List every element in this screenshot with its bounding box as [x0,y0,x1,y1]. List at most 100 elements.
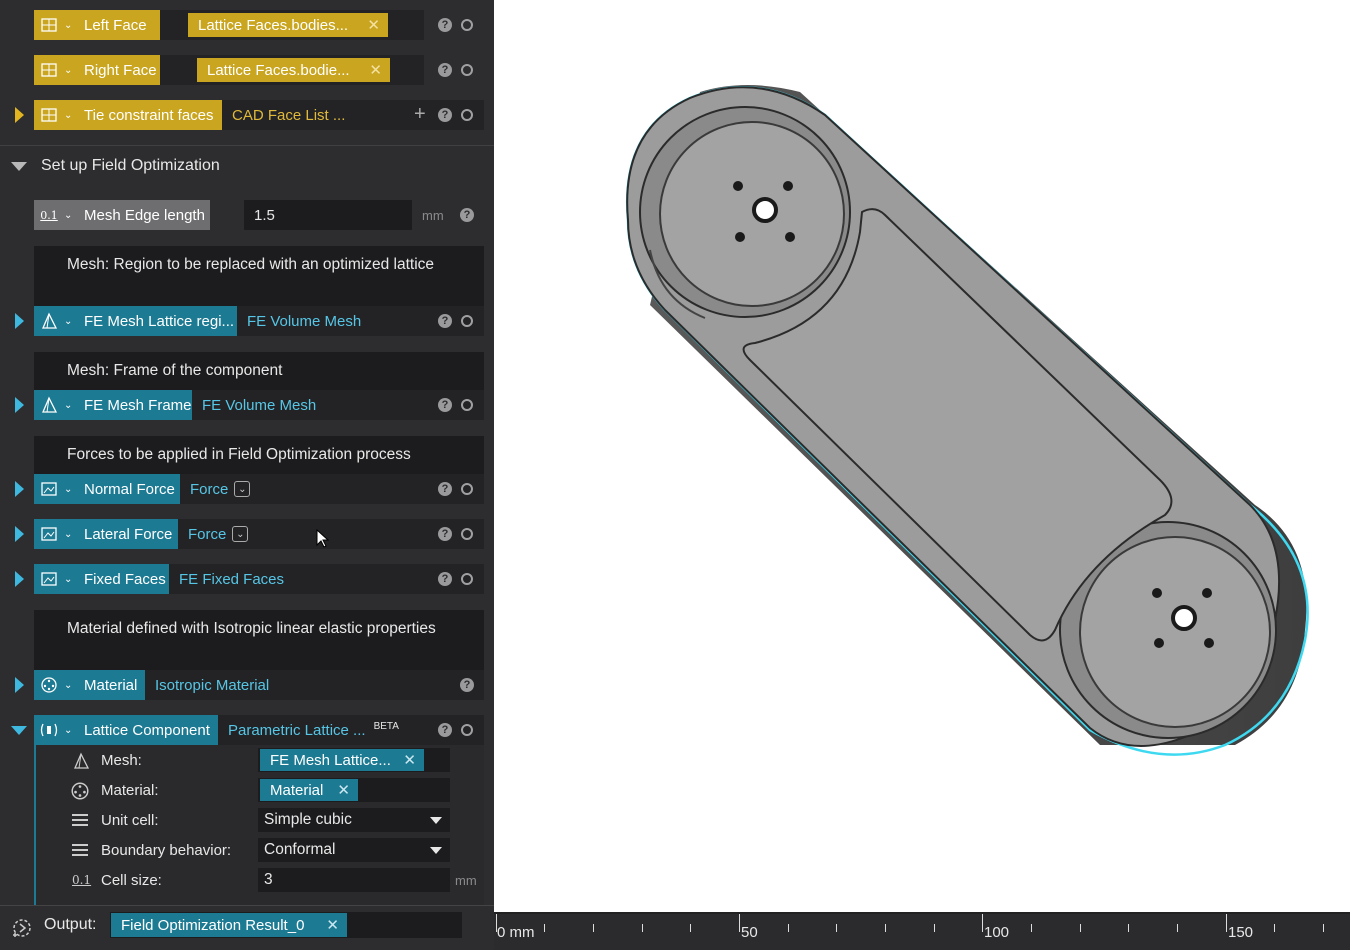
remove-icon[interactable]: ✕ [395,751,416,769]
remove-icon[interactable]: ✕ [329,781,350,799]
right-face-row: ⌄ Right Face Lattice Faces.bodie... ✕ ? [34,55,484,85]
comment-material: Material defined with Isotropic linear e… [34,610,484,670]
prop-cell-size-label: Cell size: [101,872,162,889]
left-face-node[interactable]: ⌄ Left Face [34,10,160,40]
dropdown-icon[interactable]: ⌄ [234,481,251,497]
help-icon[interactable]: ? [438,482,452,496]
cad-model[interactable] [494,0,1350,912]
prop-mesh-tag[interactable]: FE Mesh Lattice... ✕ [260,749,424,771]
expand-arrow-icon[interactable] [15,107,24,123]
fixed-faces-node[interactable]: ⌄ Fixed Faces [34,564,169,594]
output-tag[interactable]: Field Optimization Result_0 ✕ [111,913,347,937]
mesh-edge-input[interactable]: 1.5 [244,200,412,230]
chevron-down-icon[interactable]: ⌄ [64,20,76,31]
help-icon[interactable]: ? [460,678,474,692]
output-icon[interactable] [10,916,34,940]
dropdown-icon[interactable]: ⌄ [232,526,249,542]
add-icon[interactable]: + [414,103,426,126]
help-icon[interactable]: ? [460,208,474,222]
status-indicator[interactable] [461,399,473,411]
fe-mesh-frame-value: FE Volume Mesh [202,396,317,414]
expand-arrow-icon[interactable] [15,571,24,587]
cell-size-input[interactable]: 3 [258,868,450,892]
comment-forces-text: Forces to be applied in Field Optimizati… [67,446,411,463]
chevron-down-icon[interactable]: ⌄ [64,400,76,411]
dropdown-arrow-icon [430,847,442,854]
unit-cell-value: Simple cubic [264,811,352,828]
remove-icon[interactable]: ✕ [359,16,380,34]
chevron-down-icon[interactable]: ⌄ [64,316,76,327]
tie-constraint-node[interactable]: ⌄ Tie constraint faces [34,100,222,130]
ruler-minor-tick [1031,924,1032,932]
status-indicator[interactable] [461,528,473,540]
material-icon [34,670,64,700]
right-face-node[interactable]: ⌄ Right Face [34,55,160,85]
expand-arrow-icon[interactable] [15,397,24,413]
help-icon[interactable]: ? [438,63,452,77]
right-face-tag[interactable]: Lattice Faces.bodie... ✕ [197,58,390,82]
lateral-force-label: Lateral Force [84,525,173,543]
status-indicator[interactable] [461,724,473,736]
collapse-arrow-icon[interactable] [11,726,27,735]
chevron-down-icon[interactable]: ⌄ [64,725,76,736]
prop-mesh-value: FE Mesh Lattice... [270,751,391,769]
comment-region-text: Mesh: Region to be replaced with an opti… [67,256,435,273]
expand-arrow-icon[interactable] [15,677,24,693]
ruler-minor-tick [690,924,691,932]
normal-force-label: Normal Force [84,480,175,498]
help-icon[interactable]: ? [438,314,452,328]
help-icon[interactable]: ? [438,527,452,541]
status-indicator[interactable] [461,483,473,495]
comment-region: Mesh: Region to be replaced with an opti… [34,246,484,306]
comment-frame-text: Mesh: Frame of the component [67,362,283,379]
face-list-icon [34,100,64,130]
beta-badge: BETA [373,720,399,732]
fe-mesh-frame-node[interactable]: ⌄ FE Mesh Frame [34,390,192,420]
remove-icon[interactable]: ✕ [318,916,339,934]
chevron-down-icon[interactable]: ⌄ [64,65,76,76]
help-icon[interactable]: ? [438,398,452,412]
status-indicator[interactable] [461,315,473,327]
lattice-icon [34,715,64,745]
boundary-dropdown[interactable]: Conformal [258,838,450,862]
chevron-down-icon[interactable]: ⌄ [64,110,76,121]
status-indicator[interactable] [461,64,473,76]
mouse-cursor-icon [316,529,330,548]
mesh-edge-node[interactable]: 0.1 ⌄ Mesh Edge length [34,200,210,230]
chevron-down-icon[interactable]: ⌄ [64,680,76,691]
expand-arrow-icon[interactable] [15,481,24,497]
ruler-minor-tick [642,924,643,932]
status-indicator[interactable] [461,19,473,31]
chevron-down-icon[interactable]: ⌄ [64,210,76,221]
3d-viewport[interactable] [494,0,1350,912]
unit-cell-dropdown[interactable]: Simple cubic [258,808,450,832]
lattice-component-node[interactable]: ⌄ Lattice Component [34,715,218,745]
node-panel: ⌄ Left Face Lattice Faces.bodies... ✕ ? ⌄… [0,0,494,950]
normal-force-node[interactable]: ⌄ Normal Force [34,474,180,504]
help-icon[interactable]: ? [438,723,452,737]
help-icon[interactable]: ? [438,572,452,586]
material-node[interactable]: ⌄ Material [34,670,145,700]
chevron-down-icon[interactable]: ⌄ [64,529,76,540]
left-face-tag[interactable]: Lattice Faces.bodies... ✕ [188,13,388,37]
force-icon [34,564,64,594]
expand-arrow-icon[interactable] [15,313,24,329]
status-indicator[interactable] [461,109,473,121]
fe-mesh-lattice-node[interactable]: ⌄ FE Mesh Lattice regi... [34,306,237,336]
fixed-faces-field[interactable]: FE Fixed Faces [169,564,484,594]
prop-material-tag[interactable]: Material ✕ [260,779,358,801]
chevron-down-icon[interactable]: ⌄ [64,484,76,495]
help-icon[interactable]: ? [438,108,452,122]
expand-arrow-icon[interactable] [15,526,24,542]
collapse-arrow-icon[interactable] [11,162,27,171]
ruler-minor-tick [788,924,789,932]
cell-size-value: 3 [264,871,273,888]
material-field[interactable]: Isotropic Material [145,670,484,700]
left-face-row: ⌄ Left Face Lattice Faces.bodies... ✕ ? [34,10,484,40]
status-indicator[interactable] [461,573,473,585]
chevron-down-icon[interactable]: ⌄ [64,574,76,585]
list-icon [72,814,88,826]
help-icon[interactable]: ? [438,18,452,32]
remove-icon[interactable]: ✕ [361,61,382,79]
lateral-force-node[interactable]: ⌄ Lateral Force [34,519,178,549]
